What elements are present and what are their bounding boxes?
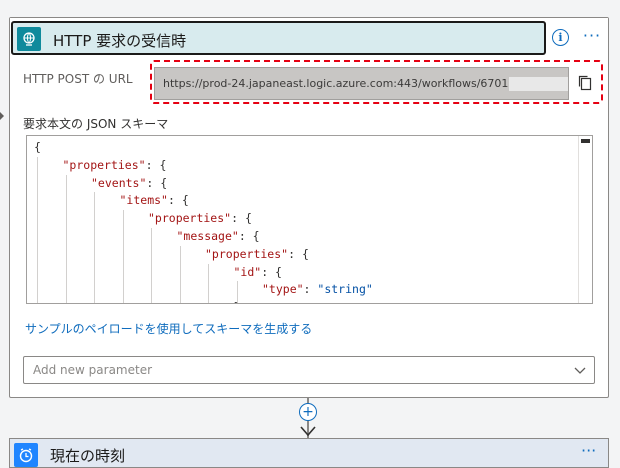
editor-scrollbar[interactable]	[578, 136, 592, 303]
schema-label: 要求本文の JSON スキーマ	[23, 117, 169, 131]
info-icon[interactable]: i	[552, 29, 569, 46]
indent-guide	[94, 192, 95, 303]
trigger-header[interactable]: HTTP 要求の受信時 i ···	[10, 18, 608, 59]
url-highlight-box	[150, 60, 603, 104]
add-parameter-dropdown[interactable]: Add new parameter	[23, 356, 595, 384]
code-token: {	[34, 140, 41, 154]
http-globe-icon	[17, 27, 41, 51]
url-label: HTTP POST の URL	[23, 72, 133, 86]
clock-icon	[14, 443, 38, 467]
code-token: : {	[145, 157, 167, 172]
code-token: : {	[288, 246, 309, 261]
code-line: "id": {	[234, 264, 282, 281]
code-line: "properties": {	[63, 157, 167, 174]
code-line: "message": {	[177, 228, 260, 245]
code-token: "items"	[119, 193, 168, 208]
more-options-icon[interactable]: ···	[581, 441, 596, 460]
code-token: : {	[231, 211, 252, 226]
indent-guide	[151, 228, 152, 303]
indent-guide	[37, 156, 38, 303]
next-action-title: 現在の時刻	[50, 447, 126, 465]
code-token: "properties"	[205, 246, 289, 261]
code-line: "events": {	[91, 175, 167, 192]
code-line: "properties": {	[205, 246, 309, 263]
code-token: "message"	[176, 229, 239, 243]
code-token: "properties"	[62, 157, 146, 172]
next-action-card[interactable]: 現在の時刻 ···	[9, 438, 609, 468]
add-parameter-placeholder: Add new parameter	[33, 363, 153, 377]
more-options-icon[interactable]: ···	[581, 24, 603, 46]
code-token: "events"	[91, 175, 147, 190]
code-token: : {	[238, 229, 260, 243]
chevron-down-icon	[574, 367, 586, 374]
code-token: "id"	[233, 264, 262, 279]
code-token: : {	[146, 175, 168, 190]
code-token: :	[303, 282, 318, 297]
indent-guide	[122, 210, 124, 303]
trigger-title: HTTP 要求の受信時	[53, 32, 187, 50]
code-token: : {	[261, 264, 282, 279]
arrow-down-icon	[300, 426, 316, 437]
code-token: "string"	[317, 282, 373, 297]
add-step-icon[interactable]: +	[299, 403, 317, 421]
code-line: {	[34, 139, 41, 156]
code-line: },	[234, 299, 248, 303]
trigger-header-box[interactable]: HTTP 要求の受信時	[11, 21, 546, 55]
indent-guide	[65, 174, 67, 303]
generate-schema-link[interactable]: サンプルのペイロードを使用してスキーマを生成する	[25, 320, 312, 337]
code-line: "type": "string"	[262, 281, 373, 298]
json-schema-editor[interactable]: {"properties": {"events": {"items": {"pr…	[26, 135, 593, 304]
code-token: "type"	[262, 282, 304, 297]
indent-guide	[208, 263, 209, 303]
indent-guide	[179, 245, 181, 303]
code-line: "items": {	[120, 192, 189, 209]
code-token: : {	[167, 193, 189, 208]
code-token: "properties"	[148, 211, 232, 226]
code-line: "properties": {	[148, 210, 252, 227]
code-token: },	[234, 300, 248, 303]
trigger-card: HTTP 要求の受信時 i ··· HTTP POST の URL https:…	[9, 17, 609, 398]
collapse-marker	[0, 112, 4, 120]
